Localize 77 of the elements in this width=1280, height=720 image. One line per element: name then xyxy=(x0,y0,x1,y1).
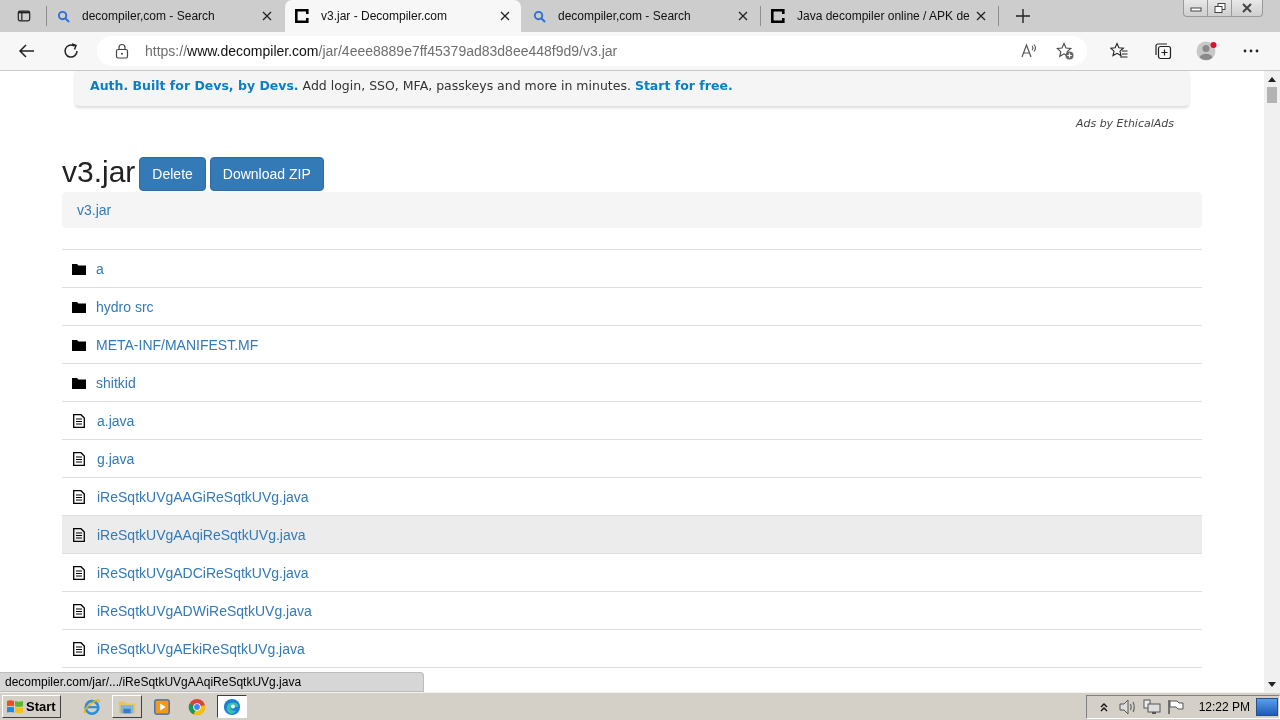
file-row[interactable]: iReSqtkUVgAAqiReSqtkUVg.java xyxy=(62,515,1202,553)
globe-e-icon xyxy=(82,697,101,716)
document-icon xyxy=(73,451,85,466)
close-icon xyxy=(262,11,272,21)
close-icon xyxy=(976,11,986,21)
document-icon xyxy=(73,565,85,580)
address-bar[interactable]: https://www.decompiler.com/jar/4eee8889e7ff45379ad83d8ee448f9d9/v3.jar xyxy=(97,36,1087,66)
restore-icon xyxy=(1213,3,1226,13)
show-desktop-button[interactable] xyxy=(1256,697,1278,716)
up-arrow-icon xyxy=(1268,76,1276,82)
folder-icon xyxy=(72,376,86,389)
browser-tab[interactable]: decompiler,com - Search xyxy=(47,0,283,32)
star-list-icon xyxy=(1110,42,1128,60)
windows-logo-icon xyxy=(6,698,24,715)
file-link[interactable]: g.java xyxy=(97,450,135,467)
file-link[interactable]: iReSqtkUVgAEkiReSqtkUVg.java xyxy=(97,640,305,657)
more-icon xyxy=(1243,49,1259,53)
edge-logo-icon xyxy=(222,697,241,716)
scrollbar[interactable] xyxy=(1264,71,1280,692)
file-link[interactable]: iReSqtkUVgADWiReSqtkUVg.java xyxy=(97,602,312,619)
browser-tab[interactable]: Java decompiler online / APK de xyxy=(761,0,997,32)
ad-credit: Ads by EthicalAds xyxy=(1074,117,1174,131)
chrome-logo-icon xyxy=(187,697,206,716)
profile-avatar-icon xyxy=(1196,40,1218,62)
folder-icon xyxy=(72,262,86,275)
refresh-icon xyxy=(62,42,80,60)
file-link[interactable]: META-INF/MANIFEST.MF xyxy=(96,336,259,353)
flag-icon xyxy=(1166,698,1185,715)
delete-button[interactable]: Delete xyxy=(139,157,206,191)
file-link[interactable]: a xyxy=(96,260,104,277)
file-link[interactable]: shitkid xyxy=(96,374,136,391)
browser-tab[interactable]: decompiler,com - Search xyxy=(523,0,759,32)
site-logo-icon xyxy=(295,9,309,23)
close-icon xyxy=(500,11,510,21)
network-computer-icon xyxy=(1142,698,1161,715)
download-button[interactable]: Download ZIP xyxy=(209,157,324,191)
close-icon xyxy=(738,11,748,21)
plus-icon xyxy=(1015,8,1031,24)
search-icon xyxy=(57,9,70,23)
file-link[interactable]: hydro src xyxy=(96,298,154,315)
clock[interactable]: 12:22 PM xyxy=(1198,699,1250,714)
document-icon xyxy=(73,527,85,542)
chevron-up-icon xyxy=(1099,701,1108,712)
back-arrow-icon xyxy=(18,42,36,60)
down-arrow-icon xyxy=(1268,681,1276,687)
file-link[interactable]: a.java xyxy=(97,412,135,429)
document-icon xyxy=(73,641,85,656)
star-plus-icon xyxy=(1056,42,1074,60)
document-icon xyxy=(73,603,85,618)
page-title: v3.jar xyxy=(62,157,136,187)
folder-icon xyxy=(72,338,86,351)
speaker-icon xyxy=(1118,698,1137,715)
ad-link[interactable]: Auth. Built for Devs, by Devs. xyxy=(90,78,299,93)
taskbar-app-button[interactable] xyxy=(216,695,247,718)
lock-icon xyxy=(115,43,129,59)
file-link[interactable]: iReSqtkUVgADCiReSqtkUVg.java xyxy=(97,564,309,581)
browser-tab[interactable]: v3.jar - Decompiler.com xyxy=(285,0,521,32)
document-icon xyxy=(73,413,85,428)
close-icon xyxy=(1241,3,1253,13)
document-icon xyxy=(73,489,85,504)
status-bar-link-preview: decompiler.com/jar/.../iReSqtkUVgAAqiReSqtkUVg.java xyxy=(0,672,424,692)
ad-link[interactable]: Start for free. xyxy=(634,78,733,93)
file-link[interactable]: iReSqtkUVgAAqiReSqtkUVg.java xyxy=(97,526,306,543)
ad-text: Auth. Built for Devs, by Devs. Add login, SSO, MFA, passkeys and more in minutes. Start for free. xyxy=(90,77,734,95)
read-aloud-icon xyxy=(1020,42,1038,60)
network-button[interactable] xyxy=(1140,696,1163,717)
breadcrumb-link[interactable]: v3.jar xyxy=(77,202,112,218)
file-link[interactable]: iReSqtkUVgAAGiReSqtkUVg.java xyxy=(97,488,309,505)
collections-icon xyxy=(1154,42,1172,60)
tab-panel-icon xyxy=(17,9,31,23)
url-text: https://www.decompiler.com/jar/4eee8889e7ff45379ad83d8ee448f9d9/v3.jar xyxy=(145,43,618,59)
start-button[interactable]: Start xyxy=(2,695,61,718)
play-icon xyxy=(152,697,171,716)
search-icon xyxy=(533,9,546,23)
scrollbar-thumb[interactable] xyxy=(1267,87,1277,103)
folder-icon xyxy=(72,300,86,313)
site-logo-icon xyxy=(771,9,785,23)
